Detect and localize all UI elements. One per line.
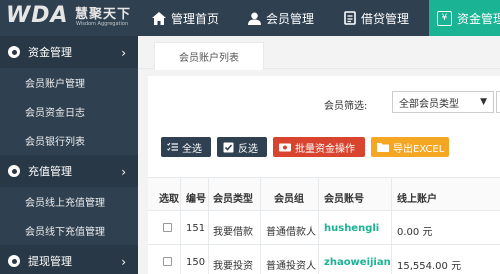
column-divider bbox=[180, 177, 181, 274]
sidebar: 资金管理 › 会员账户管理 会员资金日志 会员银行列表 充值管理 › 会员线上充… bbox=[0, 36, 138, 274]
nav-fund[interactable]: ¥ 资金管理 bbox=[429, 0, 500, 36]
top-nav: 管理首页 会员管理 借贷管理 ¥ 资金管理 bbox=[138, 0, 500, 36]
filter-label: 会员筛选: bbox=[324, 101, 368, 112]
nav-member-label: 会员管理 bbox=[266, 11, 315, 26]
row-checkbox[interactable] bbox=[163, 257, 172, 266]
sidebar-item-fund-log[interactable]: 会员资金日志 bbox=[0, 97, 138, 126]
row-checkbox[interactable] bbox=[163, 223, 172, 232]
document-icon bbox=[344, 11, 356, 25]
sidebar-item-bank-list[interactable]: 会员银行列表 bbox=[0, 126, 138, 155]
sidebar-group-withdraw[interactable]: 提现管理 › bbox=[0, 245, 138, 274]
export-excel-button[interactable]: 导出EXCEL bbox=[371, 137, 449, 157]
nav-loan-label: 借贷管理 bbox=[361, 11, 410, 26]
member-type-select-value: 全部会员类型 bbox=[399, 98, 459, 110]
secondary-select[interactable]: 全 bbox=[496, 91, 500, 113]
chevron-down-icon: ▼ bbox=[480, 97, 487, 107]
cell-id: 151 bbox=[186, 223, 206, 234]
nav-member[interactable]: 会员管理 bbox=[236, 0, 332, 36]
nav-loan[interactable]: 借贷管理 bbox=[332, 0, 429, 36]
cell-account[interactable]: zhaoweijian bbox=[324, 257, 391, 268]
sidebar-group-label: 充值管理 bbox=[28, 165, 72, 178]
batch-fund-operation-label: 批量资金操作 bbox=[295, 143, 355, 155]
circle-icon bbox=[8, 46, 20, 58]
sidebar-group-label: 资金管理 bbox=[28, 46, 72, 59]
column-divider bbox=[208, 177, 209, 274]
circle-icon bbox=[8, 255, 20, 267]
sidebar-item-offline-recharge[interactable]: 会员线下充值管理 bbox=[0, 216, 138, 245]
select-all-label: 全选 bbox=[182, 143, 202, 155]
invert-selection-label: 反选 bbox=[238, 143, 258, 155]
main-content: 会员账户列表 会员筛选: 全部会员类型 ▼ 全 全选 反选 批量资金操作 导出E… bbox=[138, 36, 500, 274]
cell-type: 我要借款 bbox=[213, 227, 253, 238]
cell-group: 普通借款人 bbox=[266, 227, 316, 238]
export-excel-label: 导出EXCEL bbox=[393, 143, 445, 155]
column-header-group[interactable]: 会员组 bbox=[274, 190, 304, 205]
tab-strip: 会员账户列表 bbox=[138, 36, 500, 70]
invert-selection-button[interactable]: 反选 bbox=[217, 137, 267, 157]
sidebar-item-online-recharge[interactable]: 会员线上充值管理 bbox=[0, 187, 138, 216]
folder-icon bbox=[377, 143, 389, 152]
list-check-icon bbox=[167, 142, 178, 151]
column-header-select: 选取 bbox=[159, 194, 179, 205]
chevron-right-icon: › bbox=[121, 46, 126, 60]
cell-type: 我要投资 bbox=[213, 261, 253, 272]
sidebar-item-member-account[interactable]: 会员账户管理 bbox=[0, 68, 138, 97]
tab-member-account-list[interactable]: 会员账户列表 bbox=[154, 42, 264, 70]
table-row: 151 我要借款 普通借款人 hushengli 0.00 元 bbox=[148, 211, 500, 245]
batch-fund-operation-button[interactable]: 批量资金操作 bbox=[273, 137, 365, 157]
column-divider bbox=[260, 177, 261, 274]
column-header-type[interactable]: 会员类型 bbox=[213, 190, 253, 205]
column-divider bbox=[318, 177, 319, 274]
circle-icon bbox=[8, 165, 20, 177]
content-panel: 会员筛选: 全部会员类型 ▼ 全 全选 反选 批量资金操作 导出EXCEL 选取… bbox=[148, 76, 500, 274]
brand-tagline: Wisdom Aggregation bbox=[76, 21, 129, 27]
table-header: 选取 编号 会员类型 会员组 会员账号 线上账户 bbox=[148, 177, 500, 211]
column-divider bbox=[391, 177, 392, 274]
nav-home[interactable]: 管理首页 bbox=[138, 0, 236, 36]
column-header-online-balance[interactable]: 线上账户 bbox=[397, 190, 437, 205]
logo-text: WDA bbox=[6, 3, 69, 28]
select-all-button[interactable]: 全选 bbox=[161, 137, 211, 157]
chevron-right-icon: › bbox=[121, 165, 126, 179]
home-icon bbox=[152, 11, 166, 25]
column-header-account[interactable]: 会员账号 bbox=[324, 190, 364, 205]
sidebar-group-recharge[interactable]: 充值管理 › bbox=[0, 155, 138, 187]
chevron-right-icon: › bbox=[121, 255, 126, 269]
sidebar-group-label: 提现管理 bbox=[28, 255, 72, 268]
brand-logo[interactable]: WDA 慧聚天下 Wisdom Aggregation bbox=[0, 0, 138, 36]
top-header: WDA 慧聚天下 Wisdom Aggregation 管理首页 会员管理 借贷… bbox=[0, 0, 500, 36]
brand-name: 慧聚天下 bbox=[75, 7, 132, 22]
cell-group: 普通投资人 bbox=[266, 261, 316, 272]
money-icon bbox=[279, 143, 291, 151]
cell-balance: 0.00 元 bbox=[397, 227, 433, 238]
table-row: 150 我要投资 普通投资人 zhaoweijian 15,554.00 元 bbox=[148, 245, 500, 274]
sidebar-group-fund[interactable]: 资金管理 › bbox=[0, 36, 138, 68]
nav-home-label: 管理首页 bbox=[171, 11, 220, 26]
user-icon bbox=[248, 12, 261, 25]
yen-icon: ¥ bbox=[437, 10, 452, 26]
member-type-select[interactable]: 全部会员类型 ▼ bbox=[392, 91, 494, 113]
nav-fund-label: 资金管理 bbox=[457, 11, 500, 26]
column-header-id[interactable]: 编号 bbox=[186, 190, 206, 205]
cell-balance: 15,554.00 元 bbox=[397, 261, 462, 272]
cell-account[interactable]: hushengli bbox=[324, 223, 379, 234]
cell-id: 150 bbox=[186, 257, 206, 268]
checkbox-check-icon bbox=[223, 142, 234, 152]
